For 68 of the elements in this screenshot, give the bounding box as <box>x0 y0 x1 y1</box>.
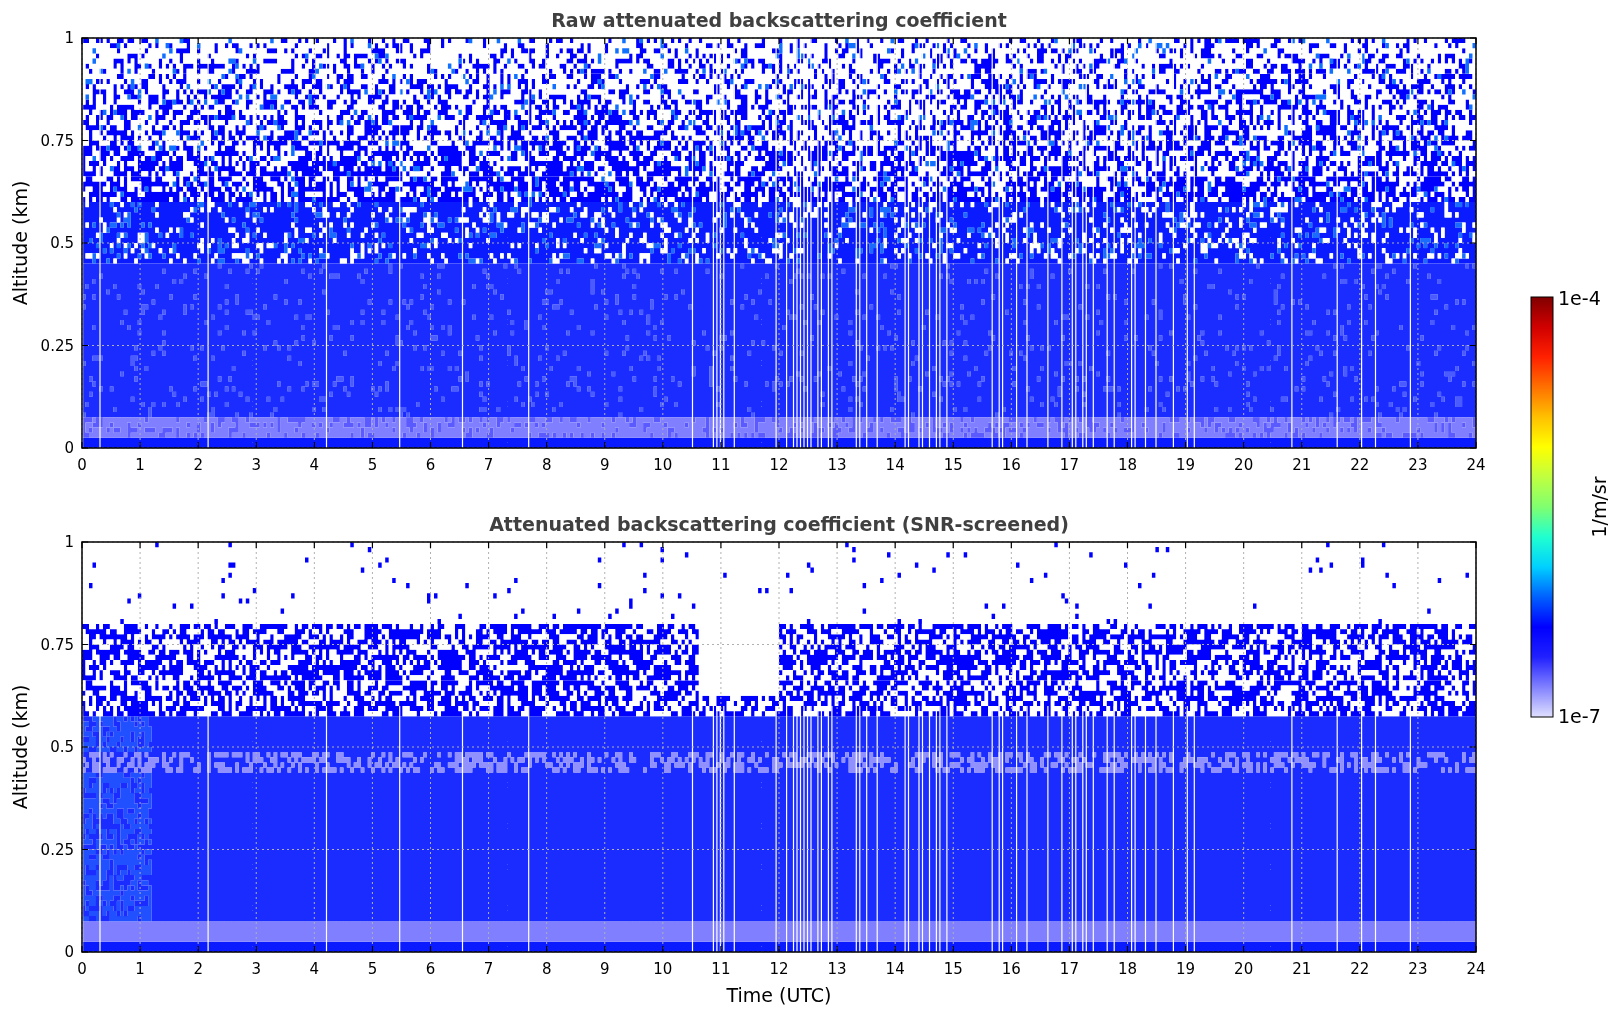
tick-label: 22 <box>1350 456 1370 474</box>
tick-label: 0.75 <box>40 131 74 150</box>
plot-title: Attenuated backscattering coefficient (SNR-screened) <box>489 513 1069 535</box>
tick-label: 7 <box>483 960 494 978</box>
tick-label: 0 <box>77 456 87 474</box>
tick-label: 1 <box>135 960 145 978</box>
tick-label: 2 <box>193 960 203 978</box>
tick-label: 19 <box>1176 456 1196 474</box>
tick-label: 6 <box>425 456 436 474</box>
tick-label: 0.5 <box>50 738 74 756</box>
tick-label: 5 <box>367 960 378 978</box>
tick-label: 8 <box>541 960 552 978</box>
tick-label: 3 <box>251 456 261 474</box>
tick-label: 23 <box>1408 456 1428 474</box>
tick-label: 9 <box>600 456 610 474</box>
tick-label: 6 <box>425 960 436 978</box>
tick-label: 4 <box>309 456 320 474</box>
tick-label: 13 <box>827 456 847 474</box>
tick-label: 1 <box>135 456 145 474</box>
tick-label: 24 <box>1466 960 1486 978</box>
tick-label: 0.25 <box>40 336 74 355</box>
tick-label: 22 <box>1350 960 1370 978</box>
tick-label: 14 <box>885 960 905 978</box>
tick-label: 1 <box>64 533 74 551</box>
tick-label: 21 <box>1292 456 1312 474</box>
tick-label: 2 <box>193 456 203 474</box>
plot-title: Raw attenuated backscattering coefficient <box>551 9 1007 31</box>
tick-label: 11 <box>711 456 731 474</box>
tick-label: 20 <box>1234 960 1254 978</box>
tick-label: 4 <box>309 960 320 978</box>
tick-label: 20 <box>1234 456 1254 474</box>
tick-label: 10 <box>653 456 673 474</box>
colorbar-label: 1e-7 <box>1558 705 1601 727</box>
tick-label: 19 <box>1176 960 1196 978</box>
tick-label: 17 <box>1059 456 1079 474</box>
tick-label: 0.5 <box>50 234 74 252</box>
tick-label: 16 <box>1001 456 1021 474</box>
tick-label: 18 <box>1117 456 1138 474</box>
tick-label: 16 <box>1001 960 1021 978</box>
tick-label: 11 <box>711 960 731 978</box>
tick-label: 9 <box>600 960 610 978</box>
tick-label: 12 <box>769 960 789 978</box>
tick-label: 24 <box>1466 456 1486 474</box>
colorbar-unit: 1/m/sr <box>1588 476 1610 538</box>
tick-label: 12 <box>769 456 789 474</box>
tick-label: 23 <box>1408 960 1428 978</box>
tick-label: 1 <box>64 29 74 47</box>
tick-label: 3 <box>251 960 261 978</box>
tick-label: 0 <box>77 960 87 978</box>
tick-label: 21 <box>1292 960 1312 978</box>
tick-label: 15 <box>943 960 963 978</box>
axis-label: Time (UTC) <box>726 984 832 1006</box>
tick-label: 7 <box>483 456 494 474</box>
tick-label: 5 <box>367 456 378 474</box>
tick-label: 0.25 <box>40 840 74 859</box>
tick-label: 14 <box>885 456 905 474</box>
tick-label: 18 <box>1117 960 1138 978</box>
axis-label: Altitude (km) <box>9 684 31 810</box>
tick-label: 10 <box>653 960 673 978</box>
tick-label: 13 <box>827 960 847 978</box>
tick-label: 17 <box>1059 960 1079 978</box>
colorbar-label: 1e-4 <box>1558 287 1601 309</box>
tick-label: 0 <box>64 439 74 457</box>
tick-label: 0 <box>64 943 74 961</box>
tick-label: 0.75 <box>40 635 74 654</box>
tick-label: 15 <box>943 456 963 474</box>
tick-label: 8 <box>541 456 552 474</box>
axis-label: Altitude (km) <box>9 180 31 306</box>
